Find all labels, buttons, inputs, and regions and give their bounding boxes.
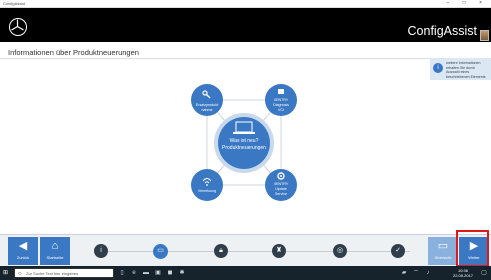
display-icon: ▭ [157, 247, 164, 254]
step-person[interactable]: ♜ [272, 244, 286, 258]
page-title: Informationen über Produktneuerungen [8, 48, 139, 57]
volume-icon[interactable]: ♪ [424, 269, 432, 277]
arrow-left-icon: ◀ [18, 240, 28, 252]
node-label: XENTRY [274, 98, 289, 102]
explorer-icon[interactable]: ▬ [142, 269, 150, 277]
step-network[interactable]: ◎ [333, 244, 347, 258]
check-icon: ✓ [395, 247, 401, 254]
node-label: Diagnosis [273, 103, 289, 107]
window-titlebar: ConfigAssist – □ × [0, 0, 491, 8]
node-label: VCI [278, 108, 284, 112]
node-xentry-update[interactable]: XENTRY Update Service [265, 169, 297, 201]
person-icon: ♜ [275, 247, 283, 254]
back-button[interactable]: ◀ Zurück [8, 237, 38, 265]
node-xentry-diagnosis[interactable]: XENTRY Diagnosis VCI [265, 84, 297, 116]
step-info[interactable]: i [94, 244, 108, 258]
wifi-tray-icon[interactable]: ⌔ [412, 269, 420, 277]
taskview-icon[interactable]: ▯ [118, 269, 126, 277]
highlight-frame [456, 230, 489, 267]
back-label: Zurück [16, 255, 30, 260]
app-header: ConfigAssist [0, 8, 491, 42]
node-label: Update [275, 187, 287, 191]
step-lock[interactable]: 🔒︎ [214, 244, 228, 258]
step-check[interactable]: ✓ [391, 244, 405, 258]
node-vernetzung[interactable]: Vernetzung [191, 169, 223, 201]
configassist-icon[interactable]: ✱ [178, 269, 186, 277]
home-label: Startseite [46, 255, 64, 260]
home-icon: ⌂ [51, 240, 59, 252]
progress-track [100, 251, 410, 252]
home-button[interactable]: ⌂ Startseite [40, 237, 70, 265]
edge-icon[interactable]: e [130, 269, 138, 277]
windows-start-icon[interactable]: ⊞ [3, 269, 11, 277]
node-label: Vernetzung [198, 189, 216, 193]
info-icon: i [100, 247, 102, 254]
network-tray-icon[interactable]: ▰ [400, 269, 408, 277]
app-brand: ConfigAssist [407, 24, 477, 38]
node-label: nahme [202, 108, 213, 112]
center-line1: Was ist neu? [230, 138, 259, 144]
center-line2: Produktneuerungen [222, 145, 266, 151]
avatar[interactable] [480, 30, 489, 41]
app-icon[interactable]: ◼ [166, 269, 174, 277]
product-diagram: Was ist neu? Produktneuerungen Ersatzpro… [191, 84, 297, 201]
window-title: ConfigAssist [3, 1, 26, 6]
step-display[interactable]: ▭ [153, 244, 168, 259]
mercedes-star-icon [9, 18, 27, 36]
overview-button[interactable]: ▭ Übersicht [428, 237, 458, 265]
node-label: XENTRY [274, 182, 289, 186]
node-label: Ersatzprodukt [196, 103, 218, 107]
notifications-icon[interactable]: ▢ [480, 269, 488, 277]
prev-label: Übersicht [434, 255, 452, 260]
search-icon: ○ [18, 271, 22, 277]
windows-taskbar: ⊞ ○ Zur Suche Text hier eingeben ▯ e ▬ ▣… [0, 266, 491, 280]
node-ersatzprodukt[interactable]: Ersatzprodukt nahme [191, 84, 223, 116]
search-placeholder: Zur Suche Text hier eingeben [26, 271, 79, 276]
wizard-bottom-bar [0, 234, 491, 266]
store-icon[interactable]: ▣ [154, 269, 162, 277]
lock-icon: 🔒︎ [219, 247, 223, 254]
taskbar-clock[interactable]: 10:36 22.05.2017 [453, 268, 473, 278]
node-label: Service [275, 192, 287, 196]
taskbar-search-input[interactable]: ○ Zur Suche Text hier eingeben [14, 268, 114, 278]
network-icon: ◎ [336, 247, 344, 254]
plug-icon [278, 89, 284, 94]
window-controls[interactable]: – □ × [447, 0, 489, 6]
slides-icon: ▭ [437, 240, 449, 252]
clock-date: 22.05.2017 [452, 273, 473, 278]
